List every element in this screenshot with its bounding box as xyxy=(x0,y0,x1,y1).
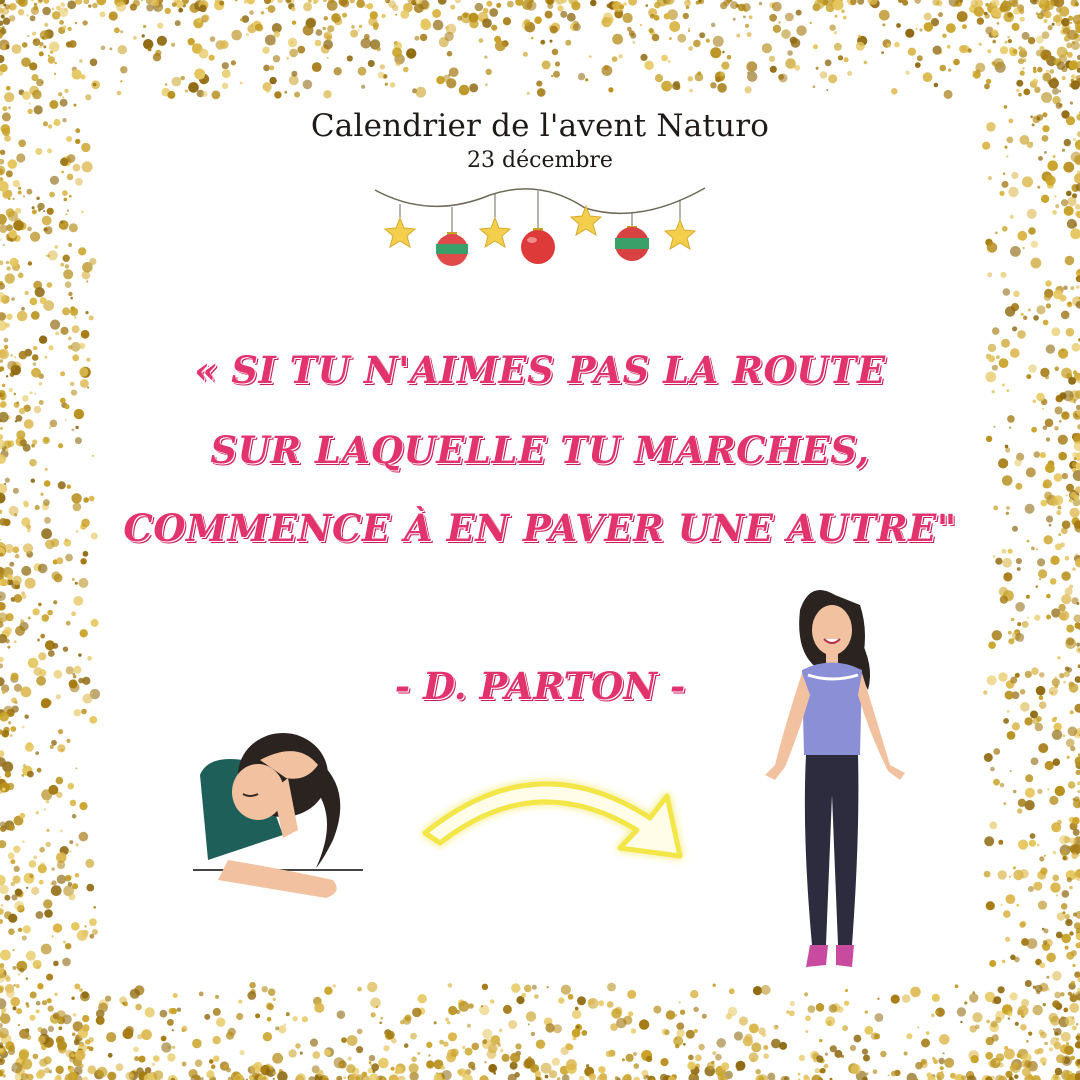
bauble-icon xyxy=(436,232,468,266)
happy-woman-illustration xyxy=(765,590,905,967)
star-icon xyxy=(663,218,697,251)
star-icon xyxy=(383,216,417,249)
quote-line-1: « SI TU N'AIMES PAS LA ROUTE xyxy=(194,348,886,392)
bauble-icon xyxy=(615,226,649,261)
quote-line-3: COMMENCE À EN PAVER UNE AUTRE" xyxy=(123,506,957,550)
christmas-garland xyxy=(374,187,706,266)
sad-woman-illustration xyxy=(193,733,363,898)
star-icon xyxy=(478,216,512,249)
bauble-icon xyxy=(521,228,555,264)
calendar-date: 23 décembre xyxy=(467,148,613,173)
curved-arrow-icon xyxy=(422,781,683,859)
quote-line-2: SUR LAQUELLE TU MARCHES, xyxy=(210,428,870,472)
calendar-title: Calendrier de l'avent Naturo xyxy=(310,108,770,144)
